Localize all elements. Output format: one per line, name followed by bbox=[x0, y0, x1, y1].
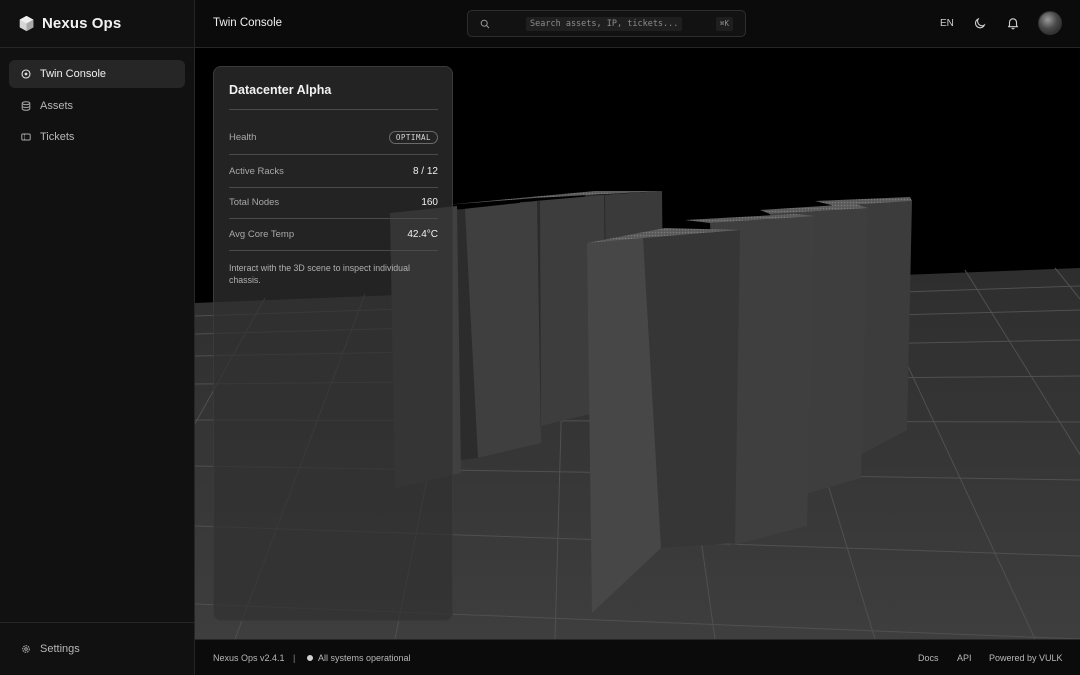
moon-icon bbox=[974, 17, 986, 29]
status-badge: OPTIMAL bbox=[388, 131, 438, 144]
status-footer: Nexus Ops v2.4.1 | All systems operation… bbox=[195, 639, 1080, 675]
database-icon bbox=[21, 100, 31, 111]
search-icon bbox=[480, 19, 490, 29]
brand[interactable]: Nexus Ops bbox=[0, 0, 194, 48]
page-title: Twin Console bbox=[213, 17, 283, 29]
status-dot-icon bbox=[307, 655, 313, 661]
footer-separator: | bbox=[293, 653, 296, 663]
panel-title: Datacenter Alpha bbox=[229, 83, 332, 97]
total-nodes-row: Total Nodes 160 bbox=[229, 187, 438, 218]
active-racks-label: Active Racks bbox=[229, 166, 284, 177]
sidebar-item-assets[interactable]: Assets bbox=[9, 92, 185, 120]
hexagon-logo-icon bbox=[19, 15, 34, 32]
panel-hint-text: Interact with the 3D scene to inspect in… bbox=[229, 263, 410, 285]
avg-core-temp-label: Avg Core Temp bbox=[229, 229, 295, 240]
settings-button[interactable]: Settings bbox=[9, 635, 185, 663]
sidebar: Nexus Ops Twin Console Assets Tickets Se… bbox=[0, 0, 195, 675]
active-racks-row: Active Racks 8 / 12 bbox=[229, 156, 438, 187]
ticket-icon bbox=[21, 132, 31, 142]
sidebar-item-label: Assets bbox=[40, 99, 74, 112]
system-status-text: All systems operational bbox=[318, 653, 411, 663]
settings-label: Settings bbox=[40, 643, 80, 655]
twin-3d-viewport[interactable]: Datacenter Alpha Health OPTIMAL Active R… bbox=[195, 48, 1080, 639]
powered-by-link[interactable]: Powered by VULK bbox=[989, 653, 1063, 663]
brand-name: Nexus Ops bbox=[42, 15, 122, 32]
sidebar-footer: Settings bbox=[0, 622, 194, 675]
total-nodes-value: 160 bbox=[421, 197, 438, 208]
theme-toggle-button[interactable] bbox=[973, 16, 987, 30]
top-header: Twin Console Search assets, IP, tickets.… bbox=[195, 0, 1080, 48]
search-shortcut: ⌘K bbox=[715, 17, 733, 31]
language-toggle[interactable]: EN bbox=[940, 18, 954, 29]
avg-core-temp-value: 42.4°C bbox=[407, 229, 438, 240]
divider bbox=[229, 154, 438, 155]
search-placeholder: Search assets, IP, tickets... bbox=[526, 17, 683, 31]
sidebar-item-label: Twin Console bbox=[40, 68, 107, 80]
sidebar-item-label: Tickets bbox=[40, 131, 75, 143]
active-racks-value: 8 / 12 bbox=[412, 166, 438, 177]
docs-link[interactable]: Docs bbox=[918, 653, 939, 663]
sidebar-nav: Twin Console Assets Tickets bbox=[9, 60, 185, 155]
sidebar-item-twin-console[interactable]: Twin Console bbox=[9, 60, 185, 88]
datacenter-info-panel: Datacenter Alpha Health OPTIMAL Active R… bbox=[213, 66, 453, 621]
sidebar-item-tickets[interactable]: Tickets bbox=[9, 123, 185, 151]
target-icon bbox=[21, 69, 31, 79]
avatar[interactable] bbox=[1038, 11, 1062, 35]
total-nodes-label: Total Nodes bbox=[229, 197, 280, 208]
avg-core-temp-row: Avg Core Temp 42.4°C bbox=[229, 219, 438, 250]
divider bbox=[229, 250, 438, 251]
bell-icon bbox=[1007, 18, 1019, 30]
divider bbox=[229, 109, 438, 110]
api-link[interactable]: API bbox=[957, 653, 972, 663]
notifications-button[interactable] bbox=[1006, 16, 1020, 30]
health-label: Health bbox=[229, 132, 257, 143]
health-row: Health OPTIMAL bbox=[229, 122, 438, 153]
gear-icon bbox=[21, 644, 31, 654]
app-version: Nexus Ops v2.4.1 bbox=[213, 653, 285, 663]
search-input[interactable]: Search assets, IP, tickets... ⌘K bbox=[467, 10, 746, 37]
